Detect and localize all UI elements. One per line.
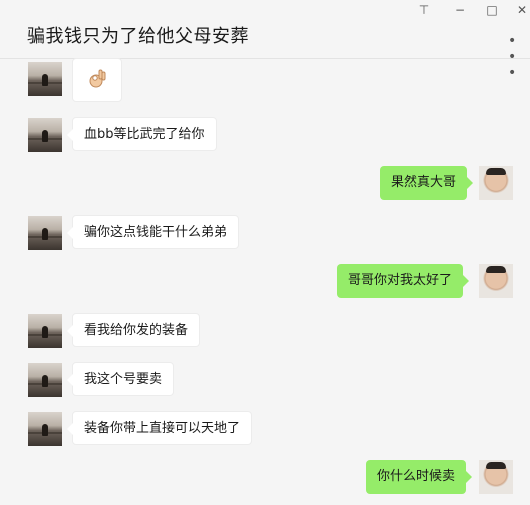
message-bubble-emoji: [72, 58, 122, 102]
title-bar: 骗我钱只为了给他父母安葬 ⊤ − □ ✕ • • •: [0, 0, 530, 81]
message-bubble: 看我给你发的装备: [66, 313, 201, 347]
pin-icon[interactable]: ⊤: [414, 2, 434, 18]
more-options-icon[interactable]: • • •: [508, 33, 530, 81]
avatar-self[interactable]: [479, 264, 513, 298]
message-bubble: 装备你带上直接可以天地了: [66, 411, 253, 445]
maximize-icon[interactable]: □: [482, 2, 502, 18]
avatar-self[interactable]: [479, 460, 513, 494]
avatar[interactable]: [28, 62, 62, 96]
message-bubble-self: 果然真大哥: [380, 166, 474, 200]
ok-hand-icon: [89, 69, 106, 88]
close-icon[interactable]: ✕: [512, 2, 530, 18]
message-bubble: 血bb等比武完了给你: [67, 117, 217, 151]
message-bubble-self: 哥哥你对我太好了: [337, 264, 470, 298]
minimize-icon[interactable]: −: [450, 2, 470, 18]
avatar[interactable]: [28, 412, 62, 446]
avatar[interactable]: [28, 363, 62, 397]
avatar[interactable]: [28, 118, 62, 152]
message-bubble: 骗你这点钱能干什么弟弟: [66, 215, 240, 249]
avatar[interactable]: [28, 216, 62, 250]
avatar-self[interactable]: [479, 166, 513, 200]
message-bubble-self: 你什么时候卖: [366, 460, 473, 494]
message-bubble: 我这个号要卖: [66, 362, 175, 396]
chat-title: 骗我钱只为了给他父母安葬: [27, 26, 249, 47]
avatar[interactable]: [28, 314, 62, 348]
